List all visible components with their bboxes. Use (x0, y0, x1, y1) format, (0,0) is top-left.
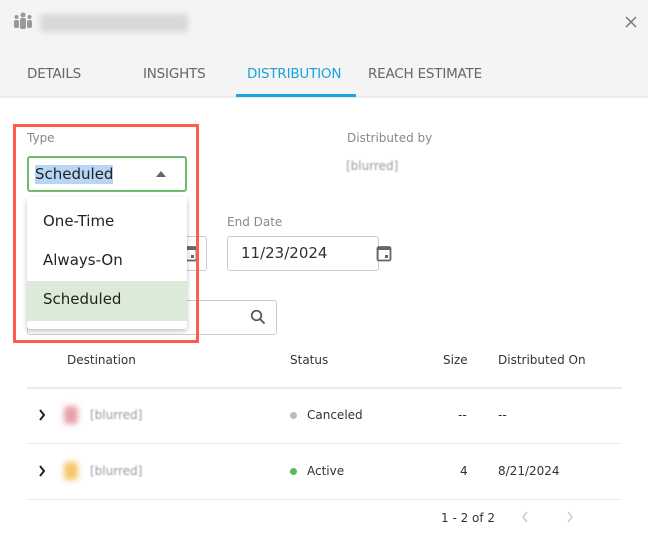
dialog-title (40, 14, 188, 32)
calendar-icon[interactable] (376, 244, 392, 262)
status-dot (290, 468, 297, 475)
status-text: Active (307, 464, 345, 478)
col-distributed-on[interactable]: Distributed On (498, 353, 586, 367)
end-date-label: End Date (227, 215, 283, 229)
chevron-right-icon[interactable] (38, 465, 46, 477)
distributed-on-value: -- (498, 408, 507, 422)
col-destination[interactable]: Destination (67, 353, 136, 367)
status-text: Canceled (307, 408, 363, 422)
active-tab-indicator (236, 94, 356, 97)
divider (27, 499, 622, 500)
destination-logo (64, 406, 78, 424)
tab-details[interactable]: DETAILS (27, 66, 81, 82)
chevron-right-icon[interactable] (38, 409, 46, 421)
chevron-left-icon[interactable] (521, 511, 529, 523)
size-value: -- (458, 408, 467, 422)
destination-name: [blurred] (90, 464, 143, 478)
distributed-by-value: [blurred] (346, 159, 399, 173)
destination-name: [blurred] (90, 408, 143, 422)
close-icon[interactable] (624, 15, 638, 29)
tab-insights[interactable]: INSIGHTS (143, 66, 206, 82)
destination-logo (64, 462, 78, 480)
divider (27, 443, 622, 444)
col-size[interactable]: Size (443, 353, 468, 367)
highlight-box (13, 124, 199, 343)
status-dot (290, 412, 297, 419)
distributed-by-label: Distributed by (347, 131, 433, 145)
size-value: 4 (460, 464, 468, 478)
distributed-on-value: 8/21/2024 (498, 464, 560, 478)
tab-reach-estimate[interactable]: REACH ESTIMATE (368, 66, 482, 82)
tab-distribution[interactable]: DISTRIBUTION (247, 66, 341, 82)
end-date-value: 11/23/2024 (241, 244, 328, 262)
people-group-icon (14, 12, 32, 29)
chevron-right-icon[interactable] (566, 511, 574, 523)
divider (27, 387, 622, 389)
pagination-info: 1 - 2 of 2 (441, 511, 496, 525)
search-icon[interactable] (250, 309, 266, 325)
col-status[interactable]: Status (290, 353, 328, 367)
